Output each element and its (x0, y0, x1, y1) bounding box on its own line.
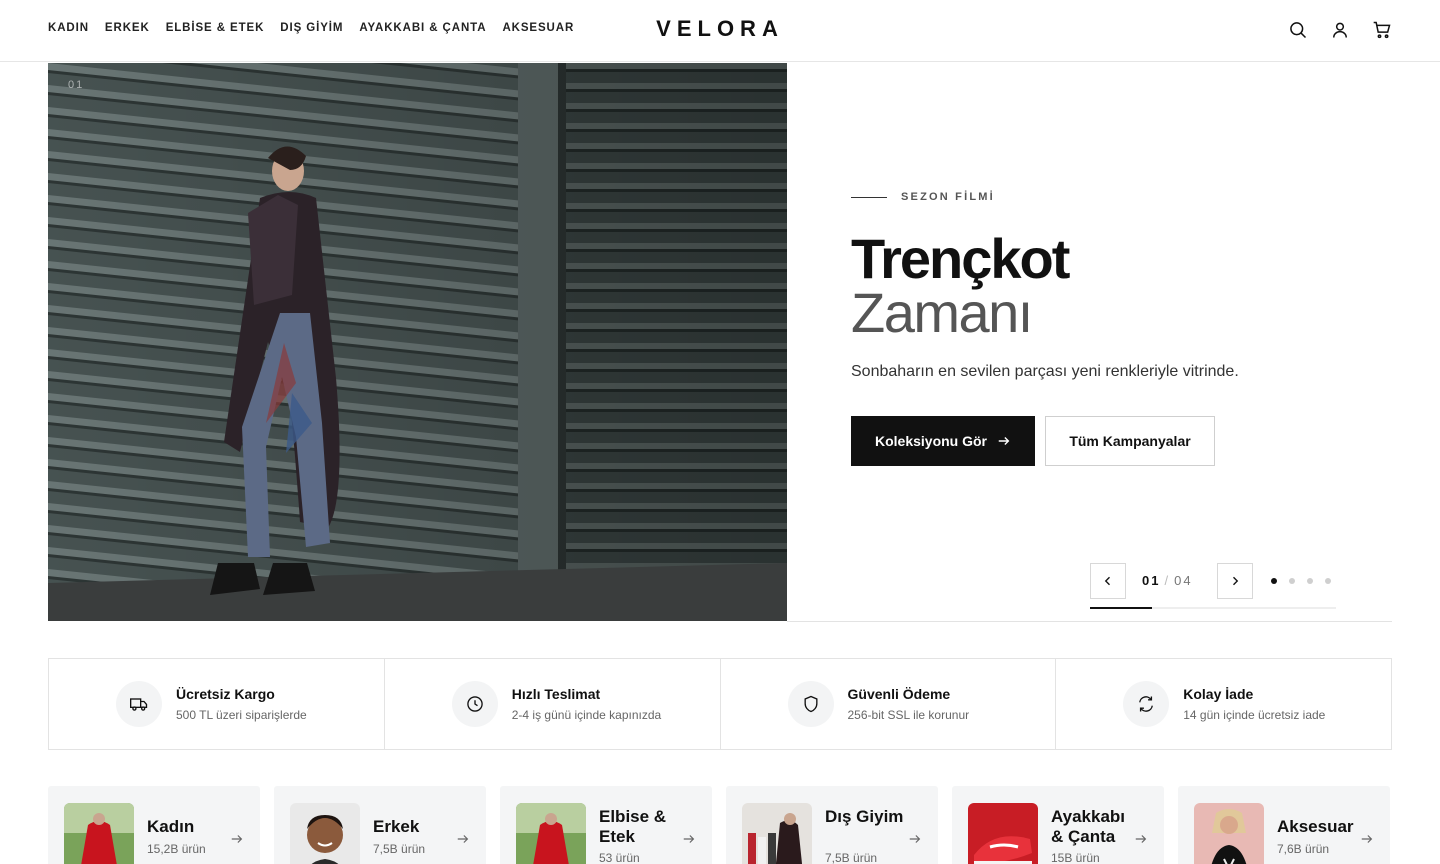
header-actions (1288, 19, 1392, 41)
feature-desc: 14 gün içinde ücretsiz iade (1183, 708, 1326, 722)
category-count: 53 ürün (599, 851, 640, 864)
category-card-kadin[interactable]: Kadın 15,2B ürün (48, 786, 260, 864)
refresh-icon (1123, 681, 1170, 727)
hero-subtitle: Zamanı (851, 281, 1033, 344)
clock-icon (451, 681, 498, 727)
category-count: 7,6B ürün (1277, 842, 1330, 856)
feature-desc: 500 TL üzeri siparişlerde (176, 708, 307, 722)
slide-separator: / (1164, 573, 1171, 588)
nav-item-kadin[interactable]: KADIN (48, 22, 89, 34)
feature-item: Güvenli Ödeme 256-bit SSL ile korunur (721, 659, 1057, 749)
slide-dot-2[interactable] (1289, 578, 1295, 584)
search-icon[interactable] (1288, 19, 1308, 41)
category-count: 7,5B ürün (825, 851, 878, 864)
slide-dot-1[interactable] (1271, 578, 1277, 584)
total-slides: 04 (1174, 573, 1193, 588)
arrow-right-icon (231, 835, 243, 843)
feature-title: Hızlı Teslimat (511, 686, 601, 702)
feature-title: Kolay İade (1183, 686, 1254, 702)
hero-eyebrow-text: SEZON FİLMİ (901, 191, 995, 203)
category-row: Kadın 15,2B ürün Erkek 7,5B ürün Elbise … (48, 786, 1392, 864)
feature-desc: 256-bit SSL ile korunur (847, 708, 970, 722)
category-count: 15,2B ürün (147, 842, 206, 856)
hero-eyebrow: SEZON FİLMİ (851, 191, 995, 203)
truck-icon (116, 681, 162, 727)
category-card-elbise-etek[interactable]: Elbise & Etek 53 ürün (500, 786, 712, 864)
feature-item: Kolay İade 14 gün içinde ücretsiz iade (1056, 659, 1391, 749)
hero-slide-label: 01 (68, 79, 85, 91)
arrow-right-icon (909, 835, 921, 843)
next-slide-button[interactable] (1217, 563, 1253, 599)
arrow-right-icon (457, 835, 469, 843)
nav-item-dis-giyim[interactable]: DIŞ GİYİM (280, 22, 343, 34)
hero-image: 01 (48, 63, 787, 621)
category-card-ayakkabi-canta[interactable]: Ayakkabı & Çanta 15B ürün (952, 786, 1164, 864)
category-thumbnail (968, 803, 1038, 864)
slide-dot-3[interactable] (1307, 578, 1313, 584)
slide-counter: 01/04 (1142, 573, 1193, 588)
nav-item-elbise-etek[interactable]: ELBİSE & ETEK (166, 22, 265, 34)
category-thumbnail (742, 803, 812, 864)
main-nav: KADIN ERKEK ELBİSE & ETEK DIŞ GİYİM AYAK… (48, 22, 574, 34)
category-card-dis-giyim[interactable]: Dış Giyim 7,5B ürün (726, 786, 938, 864)
shield-icon (787, 681, 834, 727)
category-name: Ayakkabı & Çanta (1051, 807, 1126, 846)
category-thumbnail (1194, 803, 1264, 864)
view-collection-label: Koleksiyonu Gör (874, 433, 988, 449)
prev-slide-button[interactable] (1090, 563, 1126, 599)
category-name: Erkek (373, 817, 420, 836)
features-bar: Ücretsiz Kargo 500 TL üzeri siparişlerde… (48, 658, 1392, 750)
all-campaigns-label: Tüm Kampanyalar (1069, 433, 1191, 449)
category-card-erkek[interactable]: Erkek 7,5B ürün (274, 786, 486, 864)
brand-logo[interactable]: VELORA (656, 16, 784, 41)
view-collection-button[interactable]: Koleksiyonu Gör (851, 416, 1035, 466)
category-thumbnail (516, 803, 586, 864)
category-name: Dış Giyim (825, 807, 904, 826)
slide-progress-fill (1090, 607, 1152, 609)
chevron-left-icon (1104, 576, 1110, 586)
category-name: Aksesuar (1277, 817, 1354, 836)
category-count: 7,5B ürün (373, 842, 426, 856)
feature-title: Güvenli Ödeme (847, 686, 951, 702)
slider-controls: 01/04 (1090, 563, 1336, 609)
category-name: Elbise & Etek (599, 807, 667, 846)
arrow-right-icon (1361, 835, 1373, 843)
category-card-aksesuar[interactable]: Aksesuar 7,6B ürün (1178, 786, 1390, 864)
slide-dot-4[interactable] (1325, 578, 1331, 584)
nav-item-erkek[interactable]: ERKEK (105, 22, 150, 34)
category-thumbnail (290, 803, 360, 864)
eyebrow-line (851, 196, 887, 198)
all-campaigns-button[interactable]: Tüm Kampanyalar (1045, 416, 1215, 466)
slide-dots (1271, 578, 1331, 584)
category-thumbnail (64, 803, 134, 864)
user-icon[interactable] (1330, 19, 1350, 41)
nav-item-ayakkabi-canta[interactable]: AYAKKABI & ÇANTA (359, 22, 486, 34)
hero-divider (787, 621, 1392, 622)
category-count: 15B ürün (1051, 851, 1100, 864)
arrow-right-icon (1135, 835, 1147, 843)
category-name: Kadın (147, 817, 195, 836)
feature-title: Ücretsiz Kargo (176, 686, 275, 702)
feature-item: Hızlı Teslimat 2-4 iş günü içinde kapını… (385, 659, 721, 749)
site-header: KADIN ERKEK ELBİSE & ETEK DIŞ GİYİM AYAK… (0, 0, 1440, 62)
slide-progress-track (1090, 607, 1336, 609)
hero-description: Sonbaharın en sevilen parçası yeni renkl… (851, 363, 1239, 380)
chevron-right-icon (1233, 576, 1239, 586)
arrow-right-icon (683, 835, 695, 843)
current-slide: 01 (1142, 573, 1161, 588)
nav-item-aksesuar[interactable]: AKSESUAR (502, 22, 574, 34)
cart-icon[interactable] (1372, 19, 1392, 41)
hero-photo-illustration (48, 63, 787, 621)
feature-item: Ücretsiz Kargo 500 TL üzeri siparişlerde (49, 659, 385, 749)
feature-desc: 2-4 iş günü içinde kapınızda (511, 708, 662, 722)
arrow-right-icon (998, 437, 1010, 445)
